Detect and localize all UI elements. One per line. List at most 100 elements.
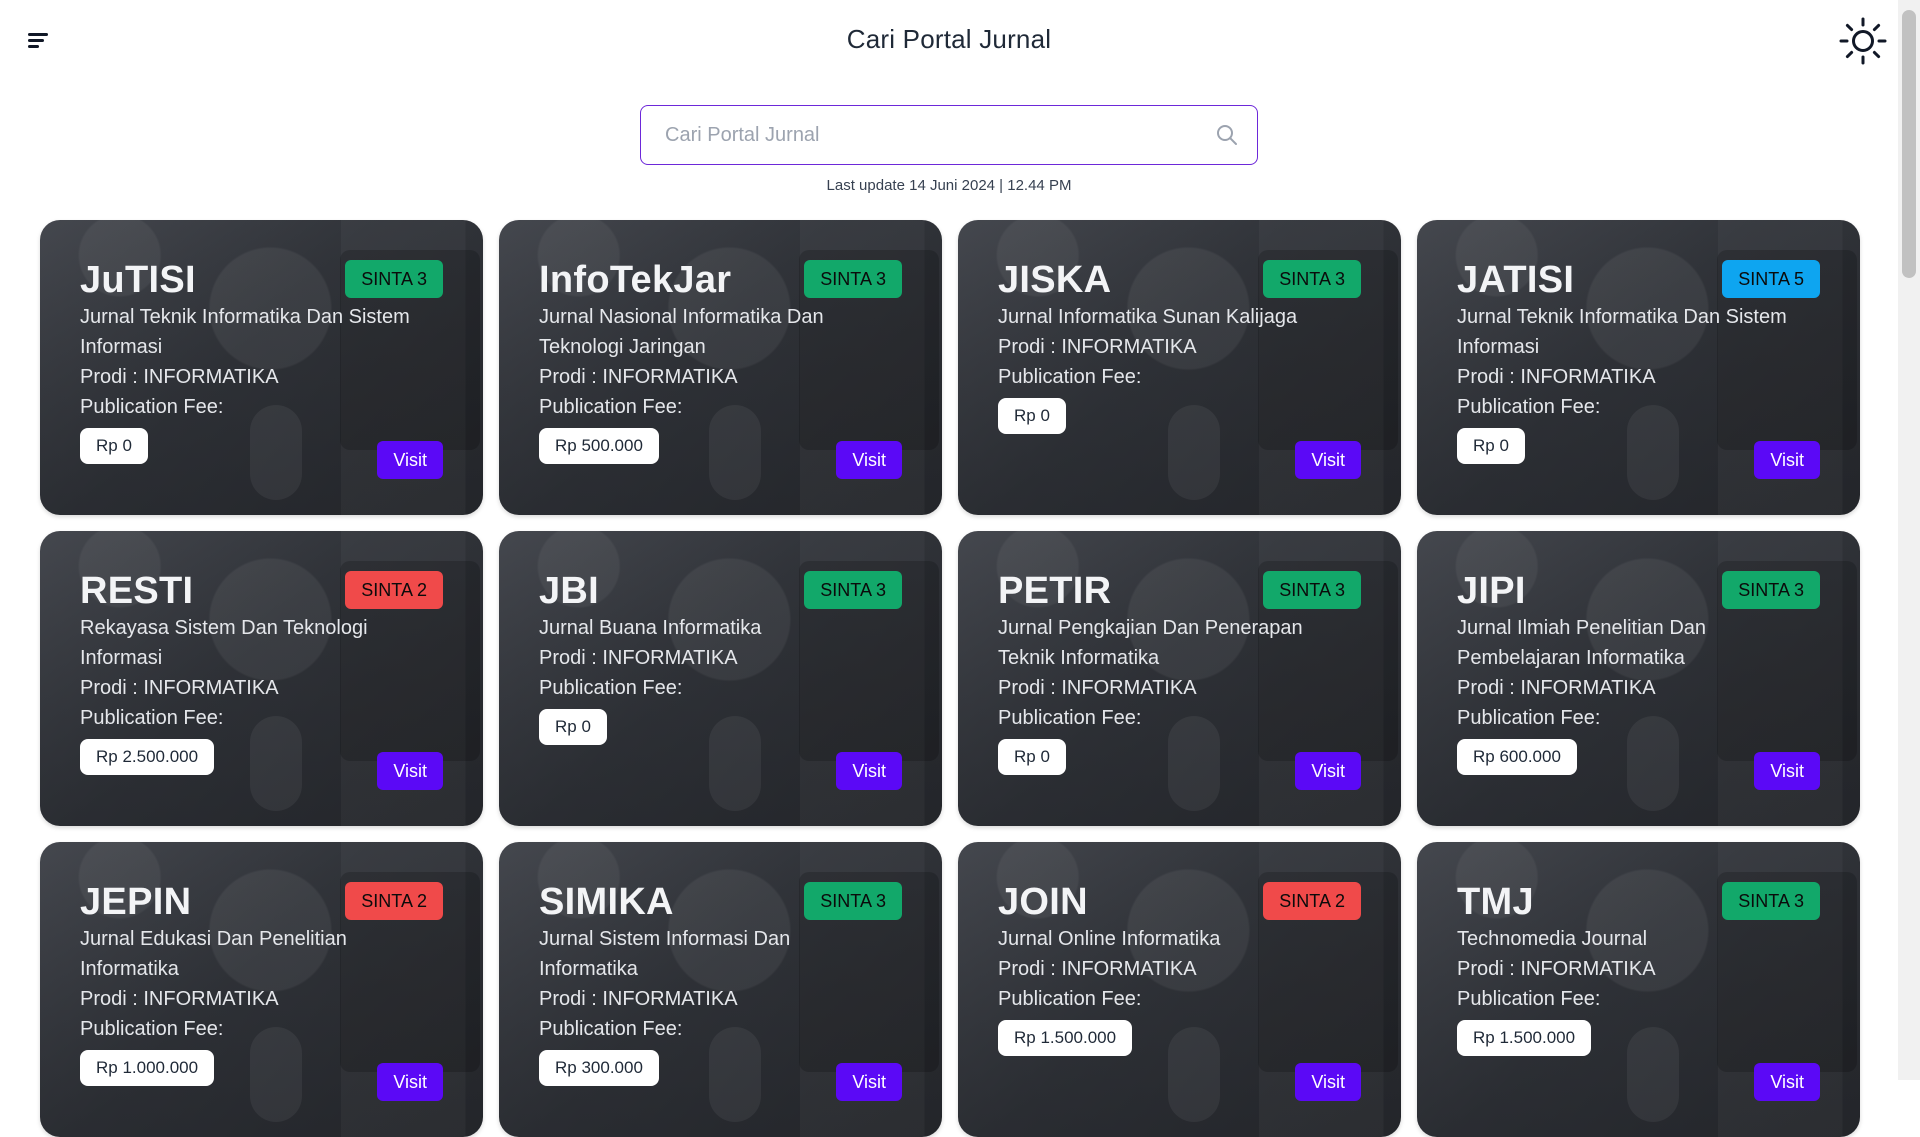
visit-button[interactable]: Visit	[1754, 441, 1820, 479]
journal-description: Jurnal Nasional Informatika Dan Teknolog…	[539, 306, 824, 358]
last-update-text: Last update 14 Juni 2024 | 12.44 PM	[826, 177, 1072, 194]
publication-fee-value: Rp 0	[998, 739, 1066, 775]
journal-name: JEPIN	[80, 881, 192, 923]
card-body: JEPIN Jurnal Edukasi Dan Penelitian Info…	[80, 880, 443, 1086]
visit-button[interactable]: Visit	[377, 441, 443, 479]
card-body: JIPI Jurnal Ilmiah Penelitian Dan Pembel…	[1457, 569, 1820, 775]
journal-card: SINTA 3 JIPI Jurnal Ilmiah Penelitian Da…	[1417, 531, 1860, 826]
journal-name: JIPI	[1457, 570, 1526, 612]
visit-button[interactable]: Visit	[836, 752, 902, 790]
search-box	[640, 105, 1258, 165]
publication-fee-label: Publication Fee:	[539, 677, 683, 699]
journal-prodi: Prodi : INFORMATIKA	[539, 366, 738, 388]
publication-fee-label: Publication Fee:	[998, 707, 1142, 729]
publication-fee-value: Rp 500.000	[539, 428, 659, 464]
sun-icon[interactable]	[1838, 16, 1888, 66]
visit-button[interactable]: Visit	[1754, 752, 1820, 790]
visit-button[interactable]: Visit	[377, 1063, 443, 1101]
journal-name: RESTI	[80, 570, 194, 612]
journal-prodi: Prodi : INFORMATIKA	[80, 366, 279, 388]
publication-fee-value: Rp 1.500.000	[1457, 1020, 1592, 1056]
publication-fee-label: Publication Fee:	[1457, 988, 1601, 1010]
visit-button[interactable]: Visit	[836, 1063, 902, 1101]
publication-fee-label: Publication Fee:	[80, 1018, 224, 1040]
card-body: JuTISI Jurnal Teknik Informatika Dan Sis…	[80, 258, 443, 464]
journal-prodi: Prodi : INFORMATIKA	[998, 677, 1197, 699]
journal-description: Jurnal Ilmiah Penelitian Dan Pembelajara…	[1457, 617, 1707, 669]
journal-description: Jurnal Online Informatika	[998, 928, 1221, 950]
journal-description: Jurnal Teknik Informatika Dan Sistem Inf…	[1457, 306, 1787, 358]
journal-name: PETIR	[998, 570, 1112, 612]
journal-card: SINTA 3 PETIR Jurnal Pengkajian Dan Pene…	[958, 531, 1401, 826]
journal-card: SINTA 3 TMJ Technomedia Journal Prodi : …	[1417, 842, 1860, 1137]
journal-name: SIMIKA	[539, 881, 674, 923]
publication-fee-label: Publication Fee:	[539, 1018, 683, 1040]
journal-description: Jurnal Edukasi Dan Penelitian Informatik…	[80, 928, 347, 980]
visit-button[interactable]: Visit	[1295, 1063, 1361, 1101]
journal-prodi: Prodi : INFORMATIKA	[998, 958, 1197, 980]
journal-card: SINTA 3 JuTISI Jurnal Teknik Informatika…	[40, 220, 483, 515]
journal-description: Jurnal Teknik Informatika Dan Sistem Inf…	[80, 306, 410, 358]
publication-fee-label: Publication Fee:	[539, 396, 683, 418]
journal-card: SINTA 3 JBI Jurnal Buana Informatika Pro…	[499, 531, 942, 826]
journal-prodi: Prodi : INFORMATIKA	[1457, 677, 1656, 699]
publication-fee-value: Rp 0	[80, 428, 148, 464]
publication-fee-value: Rp 1.500.000	[998, 1020, 1133, 1056]
visit-button[interactable]: Visit	[1295, 441, 1361, 479]
journal-card: SINTA 2 JOIN Jurnal Online Informatika P…	[958, 842, 1401, 1137]
journal-card: SINTA 2 RESTI Rekayasa Sistem Dan Teknol…	[40, 531, 483, 826]
journal-card: SINTA 3 JISKA Jurnal Informatika Sunan K…	[958, 220, 1401, 515]
journal-description: Technomedia Journal	[1457, 928, 1648, 950]
journal-description: Rekayasa Sistem Dan Teknologi Informasi	[80, 617, 368, 669]
publication-fee-value: Rp 300.000	[539, 1050, 659, 1086]
publication-fee-label: Publication Fee:	[1457, 707, 1601, 729]
card-body: JOIN Jurnal Online Informatika Prodi : I…	[998, 880, 1361, 1056]
search-input[interactable]	[663, 106, 1187, 164]
journal-card: SINTA 3 InfoTekJar Jurnal Nasional Infor…	[499, 220, 942, 515]
journal-name: JuTISI	[80, 259, 196, 301]
journal-description: Jurnal Pengkajian Dan Penerapan Teknik I…	[998, 617, 1303, 669]
journal-card: SINTA 2 JEPIN Jurnal Edukasi Dan Penelit…	[40, 842, 483, 1137]
journal-prodi: Prodi : INFORMATIKA	[80, 677, 279, 699]
visit-button[interactable]: Visit	[836, 441, 902, 479]
publication-fee-label: Publication Fee:	[80, 707, 224, 729]
journal-prodi: Prodi : INFORMATIKA	[1457, 958, 1656, 980]
journal-name: TMJ	[1457, 881, 1534, 923]
search-icon[interactable]	[1215, 123, 1239, 147]
journal-card: SINTA 5 JATISI Jurnal Teknik Informatika…	[1417, 220, 1860, 515]
publication-fee-value: Rp 1.000.000	[80, 1050, 215, 1086]
publication-fee-value: Rp 0	[1457, 428, 1525, 464]
journal-prodi: Prodi : INFORMATIKA	[539, 647, 738, 669]
card-body: PETIR Jurnal Pengkajian Dan Penerapan Te…	[998, 569, 1361, 775]
journal-prodi: Prodi : INFORMATIKA	[1457, 366, 1656, 388]
publication-fee-label: Publication Fee:	[80, 396, 224, 418]
journal-name: InfoTekJar	[539, 259, 732, 301]
journal-name: JBI	[539, 570, 600, 612]
card-body: InfoTekJar Jurnal Nasional Informatika D…	[539, 258, 902, 464]
journal-description: Jurnal Informatika Sunan Kalijaga	[998, 306, 1298, 328]
card-body: JBI Jurnal Buana Informatika Prodi : INF…	[539, 569, 902, 745]
visit-button[interactable]: Visit	[377, 752, 443, 790]
card-body: JISKA Jurnal Informatika Sunan Kalijaga …	[998, 258, 1361, 434]
scrollbar[interactable]	[1898, 0, 1920, 1080]
journal-description: Jurnal Buana Informatika	[539, 617, 762, 639]
page-title: Cari Portal Jurnal	[846, 24, 1052, 54]
journal-name: JATISI	[1457, 259, 1575, 301]
publication-fee-value: Rp 0	[539, 709, 607, 745]
card-body: JATISI Jurnal Teknik Informatika Dan Sis…	[1457, 258, 1820, 464]
journal-name: JOIN	[998, 881, 1088, 923]
journal-card: SINTA 3 SIMIKA Jurnal Sistem Informasi D…	[499, 842, 942, 1137]
journal-grid: SINTA 3 JuTISI Jurnal Teknik Informatika…	[40, 220, 1862, 1137]
visit-button[interactable]: Visit	[1295, 752, 1361, 790]
card-body: SIMIKA Jurnal Sistem Informasi Dan Infor…	[539, 880, 902, 1086]
publication-fee-value: Rp 2.500.000	[80, 739, 215, 775]
card-body: TMJ Technomedia Journal Prodi : INFORMAT…	[1457, 880, 1820, 1056]
publication-fee-value: Rp 0	[998, 398, 1066, 434]
publication-fee-value: Rp 600.000	[1457, 739, 1577, 775]
publication-fee-label: Publication Fee:	[998, 988, 1142, 1010]
scrollbar-thumb[interactable]	[1902, 10, 1916, 278]
journal-prodi: Prodi : INFORMATIKA	[539, 988, 738, 1010]
card-body: RESTI Rekayasa Sistem Dan Teknologi Info…	[80, 569, 443, 775]
journal-name: JISKA	[998, 259, 1112, 301]
visit-button[interactable]: Visit	[1754, 1063, 1820, 1101]
